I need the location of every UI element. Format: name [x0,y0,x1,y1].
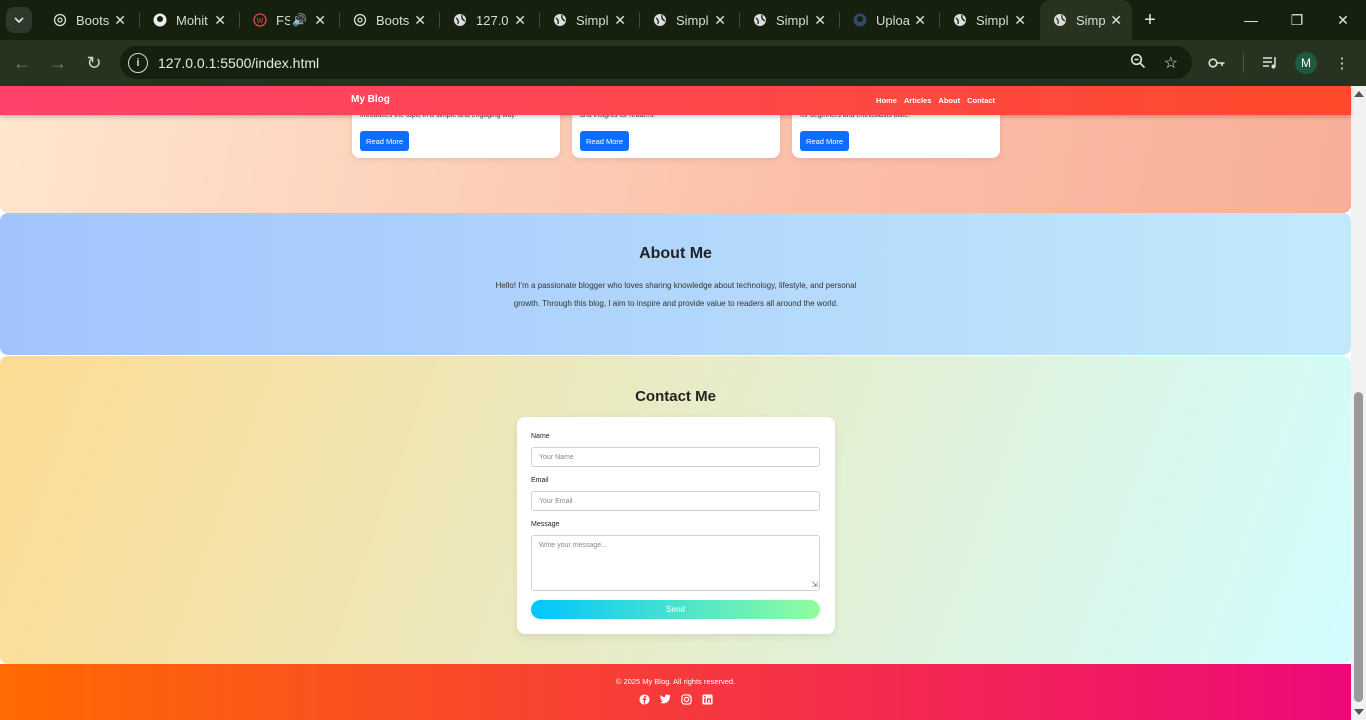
forward-button[interactable]: → [40,45,76,81]
instagram-icon[interactable] [680,693,692,705]
name-label: Name [531,433,550,440]
about-section: About Me Hello! I'm a passionate blogger… [0,213,1351,355]
read-more-button[interactable]: Read More [800,131,850,151]
globe-icon [552,12,568,28]
scroll-up-icon[interactable] [1354,91,1364,97]
close-tab-icon[interactable]: ✕ [214,12,226,29]
message-label: Message [531,521,560,528]
browser-tab[interactable]: Uploa ✕ [840,0,940,40]
close-tab-icon[interactable]: ✕ [514,12,526,29]
name-field[interactable]: Your Name [531,447,820,467]
site-brand[interactable]: My Blog [351,94,390,105]
chatgpt-icon [52,12,68,28]
github-icon [152,12,168,28]
copyright-text: © 2025 My Blog. All rights reserved. [615,677,736,686]
close-tab-icon[interactable]: ✕ [914,12,926,29]
site-footer: © 2025 My Blog. All rights reserved. [0,664,1351,720]
name-placeholder: Your Name [539,453,574,461]
site-info-icon[interactable]: i [128,52,148,73]
contact-section: Contact Me Name Your Name Email Your Ema… [0,356,1351,664]
url-text[interactable]: 127.0.0.1:5500/index.html [158,55,319,71]
minimize-icon[interactable]: — [1228,0,1274,40]
toolbar-actions: M ⋮ [1199,40,1366,86]
nav-link-home[interactable]: Home [876,96,897,105]
page-scrollbar[interactable] [1351,86,1366,720]
email-field[interactable]: Your Email [531,491,820,511]
chatgpt-icon [352,12,368,28]
page-viewport: introduces the topic in a simple and eng… [0,86,1366,720]
back-button[interactable]: ← [4,45,40,81]
browser-tab[interactable]: Boots ✕ [40,0,140,40]
close-tab-icon[interactable]: ✕ [1110,12,1122,29]
message-placeholder: Write your message... [539,542,607,549]
close-tab-icon[interactable]: ✕ [1014,12,1026,29]
restore-icon[interactable]: ❐ [1274,0,1320,40]
scroll-down-icon[interactable] [1354,709,1364,715]
media-control-icon[interactable] [1252,45,1288,81]
new-tab-button[interactable]: + [1136,6,1164,34]
site-navbar: My Blog Home Articles About Contact [0,86,1351,115]
address-bar[interactable]: i 127.0.0.1:5500/index.html ☆ [120,46,1192,79]
github-icon [852,12,868,28]
browser-tab[interactable]: Simpl ✕ [740,0,840,40]
close-tab-icon[interactable]: ✕ [314,12,326,29]
resize-grip-icon[interactable]: ⇲ [811,580,818,589]
close-tab-icon[interactable]: ✕ [614,12,626,29]
browser-tab[interactable]: 127.0 ✕ [440,0,540,40]
browser-tab-strip: Boots ✕ Mohit ✕ W FS 🔊 ✕ Boots ✕ 127.0 ✕… [0,0,1366,40]
close-tab-icon[interactable]: ✕ [114,12,126,29]
send-button[interactable]: Send [531,600,820,619]
globe-icon [952,12,968,28]
browser-tab[interactable]: Mohit ✕ [140,0,240,40]
linkedin-icon[interactable] [701,693,713,705]
social-links [638,693,713,705]
message-textarea[interactable]: Write your message... ⇲ [531,535,820,591]
profile-button[interactable]: M [1288,45,1324,81]
twitter-icon[interactable] [659,693,671,705]
scrollbar-thumb[interactable] [1354,392,1363,702]
about-title: About Me [639,245,712,262]
nav-links: Home Articles About Contact [876,96,995,105]
globe-icon [652,12,668,28]
globe-icon [452,12,468,28]
close-tab-icon[interactable]: ✕ [814,12,826,29]
read-more-button[interactable]: Read More [580,131,630,151]
browser-tab[interactable]: Simpl ✕ [940,0,1040,40]
bookmark-star-icon[interactable]: ☆ [1164,53,1178,73]
browser-tab-active[interactable]: Simpl ✕ [1040,0,1132,40]
globe-icon [1052,12,1068,28]
browser-tab[interactable]: W FS 🔊 ✕ [240,0,340,40]
about-text: Hello! I'm a passionate blogger who love… [495,281,857,308]
nav-link-contact[interactable]: Contact [967,96,995,105]
browser-tab[interactable]: Simpl ✕ [540,0,640,40]
w-icon: W [252,12,268,28]
menu-kebab-icon[interactable]: ⋮ [1324,45,1360,81]
zoom-icon[interactable] [1130,53,1146,74]
tab-search-button[interactable] [6,7,32,33]
close-tab-icon[interactable]: ✕ [714,12,726,29]
speaker-icon[interactable]: 🔊 [292,13,307,27]
read-more-button[interactable]: Read More [360,131,410,151]
nav-link-about[interactable]: About [938,96,960,105]
globe-icon [752,12,768,28]
contact-form: Name Your Name Email Your Email Message … [517,417,835,634]
reload-button[interactable]: ↻ [76,45,112,81]
close-tab-icon[interactable]: ✕ [414,12,426,29]
email-placeholder: Your Email [539,497,573,505]
window-controls: — ❐ ✕ [1228,0,1366,40]
avatar: M [1295,52,1317,74]
close-window-icon[interactable]: ✕ [1320,0,1366,40]
contact-title: Contact Me [635,388,716,405]
facebook-icon[interactable] [638,693,650,705]
nav-link-articles[interactable]: Articles [904,96,932,105]
password-key-icon[interactable] [1199,45,1235,81]
svg-text:W: W [257,17,264,25]
browser-tab[interactable]: Boots ✕ [340,0,440,40]
chevron-down-icon [14,17,24,24]
email-label: Email [531,477,549,484]
browser-tab[interactable]: Simpl ✕ [640,0,740,40]
browser-toolbar: ← → ↻ i 127.0.0.1:5500/index.html ☆ M ⋮ [0,40,1366,86]
